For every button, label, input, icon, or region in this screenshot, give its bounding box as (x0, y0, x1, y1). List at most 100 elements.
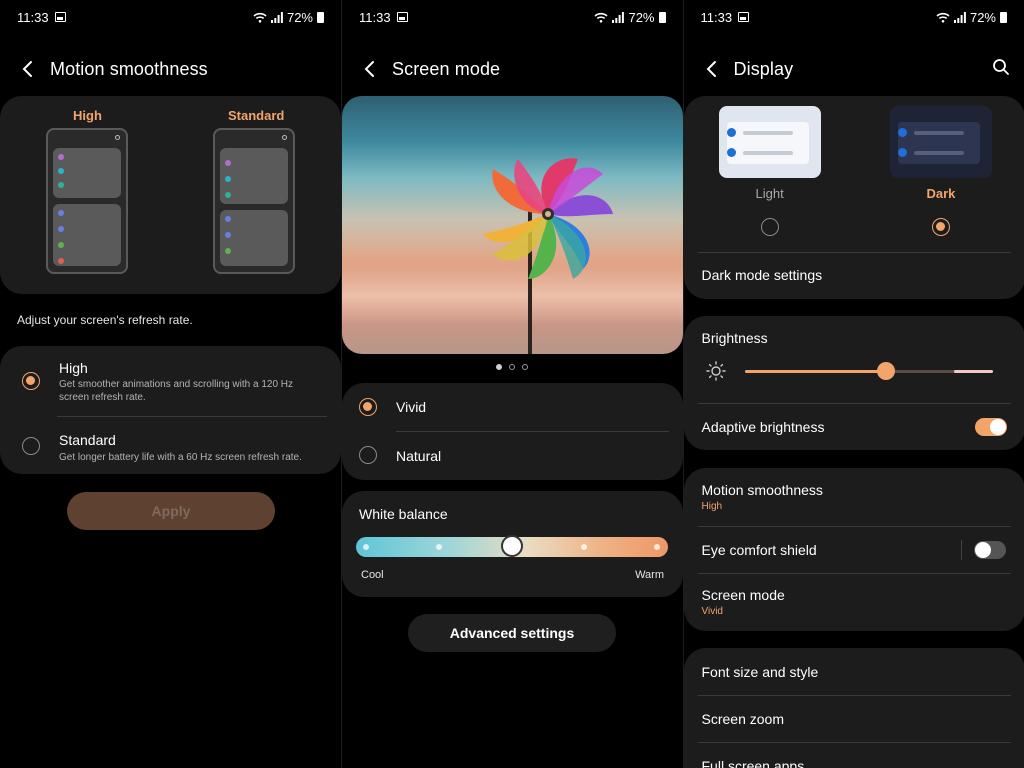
preview-dot (58, 226, 64, 232)
slider-tick (654, 544, 660, 550)
slider-tick (363, 544, 369, 550)
battery-icon (1000, 11, 1007, 23)
page-title: Display (733, 58, 794, 79)
screen-mode-screen: 11:33 72% Screen mode Vivid Natural Whit… (341, 0, 683, 768)
preview-dot (225, 248, 231, 254)
advanced-settings-button[interactable]: Advanced settings (408, 614, 616, 652)
back-button[interactable] (358, 57, 382, 81)
status-bar: 11:33 72% (684, 0, 1024, 34)
status-time: 11:33 (700, 9, 733, 25)
divider (960, 540, 962, 560)
option-high-title: High (59, 360, 88, 376)
screen-mode-row[interactable]: Screen mode Vivid (684, 574, 1024, 631)
page-title: Motion smoothness (50, 58, 208, 79)
option-standard-desc: Get longer battery life with a 60 Hz scr… (59, 452, 302, 463)
pager-dot-active[interactable] (496, 364, 503, 370)
radio-high[interactable] (22, 372, 40, 390)
adaptive-brightness-toggle[interactable] (974, 418, 1007, 436)
option-high-desc-line1: Get smoother animations and scrolling wi… (59, 379, 294, 390)
refresh-description: Adjust your screen's refresh rate. (17, 313, 193, 327)
slider-tick (581, 544, 587, 550)
preview-line (913, 131, 964, 135)
light-theme-preview[interactable] (718, 106, 821, 178)
white-balance-slider[interactable] (356, 535, 668, 557)
image-pager (342, 364, 683, 370)
screen-zoom-label: Screen zoom (701, 711, 784, 727)
radio-standard[interactable] (22, 437, 40, 455)
preview-dot (58, 210, 64, 216)
brightness-slider[interactable] (744, 362, 993, 380)
dark-mode-settings-label: Dark mode settings (701, 267, 823, 283)
preview-dot (897, 148, 907, 157)
radio-dark-theme[interactable] (931, 218, 950, 236)
dark-mode-settings-row[interactable]: Dark mode settings (684, 253, 1024, 299)
preview-dot (58, 154, 64, 160)
mode-option-natural[interactable]: Natural (342, 432, 683, 480)
preview-label-standard: Standard (228, 108, 285, 123)
preview-line (913, 151, 964, 155)
radio-vivid[interactable] (359, 398, 377, 416)
preview-panel (726, 122, 809, 164)
search-icon (993, 59, 1009, 75)
gallery-notification-icon (738, 12, 750, 22)
radio-natural[interactable] (359, 446, 377, 464)
white-balance-warm-label: Warm (635, 569, 664, 581)
dark-theme-preview[interactable] (889, 106, 992, 178)
toggle-knob (989, 419, 1006, 435)
app-bar: Motion smoothness (0, 50, 341, 88)
wifi-icon (253, 12, 267, 23)
pinwheel-graphic (483, 158, 613, 354)
preview-dot (726, 148, 736, 157)
font-zoom-card: Font size and style Screen zoom Full scr… (683, 648, 1024, 768)
status-bar: 11:33 72% (342, 0, 683, 34)
back-button[interactable] (700, 57, 724, 81)
battery-percent: 72% (286, 9, 313, 25)
sun-icon (705, 361, 726, 381)
full-screen-apps-row[interactable]: Full screen apps (684, 743, 1024, 768)
brightness-thumb[interactable] (876, 362, 895, 380)
eye-comfort-shield-row[interactable]: Eye comfort shield (684, 527, 1024, 573)
option-standard[interactable]: Standard Get longer battery life with a … (0, 416, 341, 480)
apply-button[interactable]: Apply (67, 492, 275, 530)
back-button[interactable] (16, 57, 40, 81)
search-icon (115, 135, 120, 140)
white-balance-thumb[interactable] (501, 535, 523, 557)
motion-smoothness-row[interactable]: Motion smoothness High (684, 468, 1024, 526)
screen-zoom-row[interactable]: Screen zoom (684, 696, 1024, 742)
preview-dot (225, 192, 231, 198)
battery-percent: 72% (628, 9, 655, 25)
signal-icon (612, 11, 625, 23)
mode-natural-label: Natural (396, 448, 442, 464)
screens: 11:33 72% Motion smoothness High Standar… (0, 0, 1024, 768)
option-high-desc-line2: screen refresh rate. (59, 392, 146, 403)
pager-dot[interactable] (509, 364, 516, 370)
preview-dot (225, 232, 231, 238)
eye-comfort-shield-toggle[interactable] (973, 541, 1006, 559)
theme-light-label: Light (755, 186, 784, 201)
refresh-options-card: High Get smoother animations and scrolli… (0, 346, 341, 474)
preview-dot (225, 176, 231, 182)
mode-option-vivid[interactable]: Vivid (342, 383, 683, 431)
preview-dot (58, 242, 64, 248)
battery-icon (658, 11, 666, 23)
preview-line (742, 131, 793, 135)
status-right: 72% (253, 10, 324, 25)
search-button[interactable] (992, 58, 1010, 81)
app-bar: Display (684, 50, 1024, 88)
preview-dot (225, 216, 231, 222)
status-bar: 11:33 72% (0, 0, 341, 34)
motion-smoothness-value: High (701, 501, 723, 512)
preview-dot (726, 128, 736, 137)
adaptive-brightness-row[interactable]: Adaptive brightness (684, 404, 1024, 450)
screen-mode-label: Screen mode (701, 587, 785, 603)
gallery-notification-icon (396, 12, 408, 22)
radio-light-theme[interactable] (760, 218, 779, 236)
screen-mode-options-card: Vivid Natural (342, 383, 683, 480)
option-standard-title: Standard (59, 432, 116, 448)
refresh-preview-card: High Standard (0, 96, 341, 294)
font-size-style-row[interactable]: Font size and style (684, 648, 1024, 695)
pager-dot[interactable] (522, 364, 529, 370)
wifi-icon (936, 12, 950, 23)
signal-icon (953, 11, 966, 23)
option-high[interactable]: High Get smoother animations and scrolli… (0, 346, 341, 410)
